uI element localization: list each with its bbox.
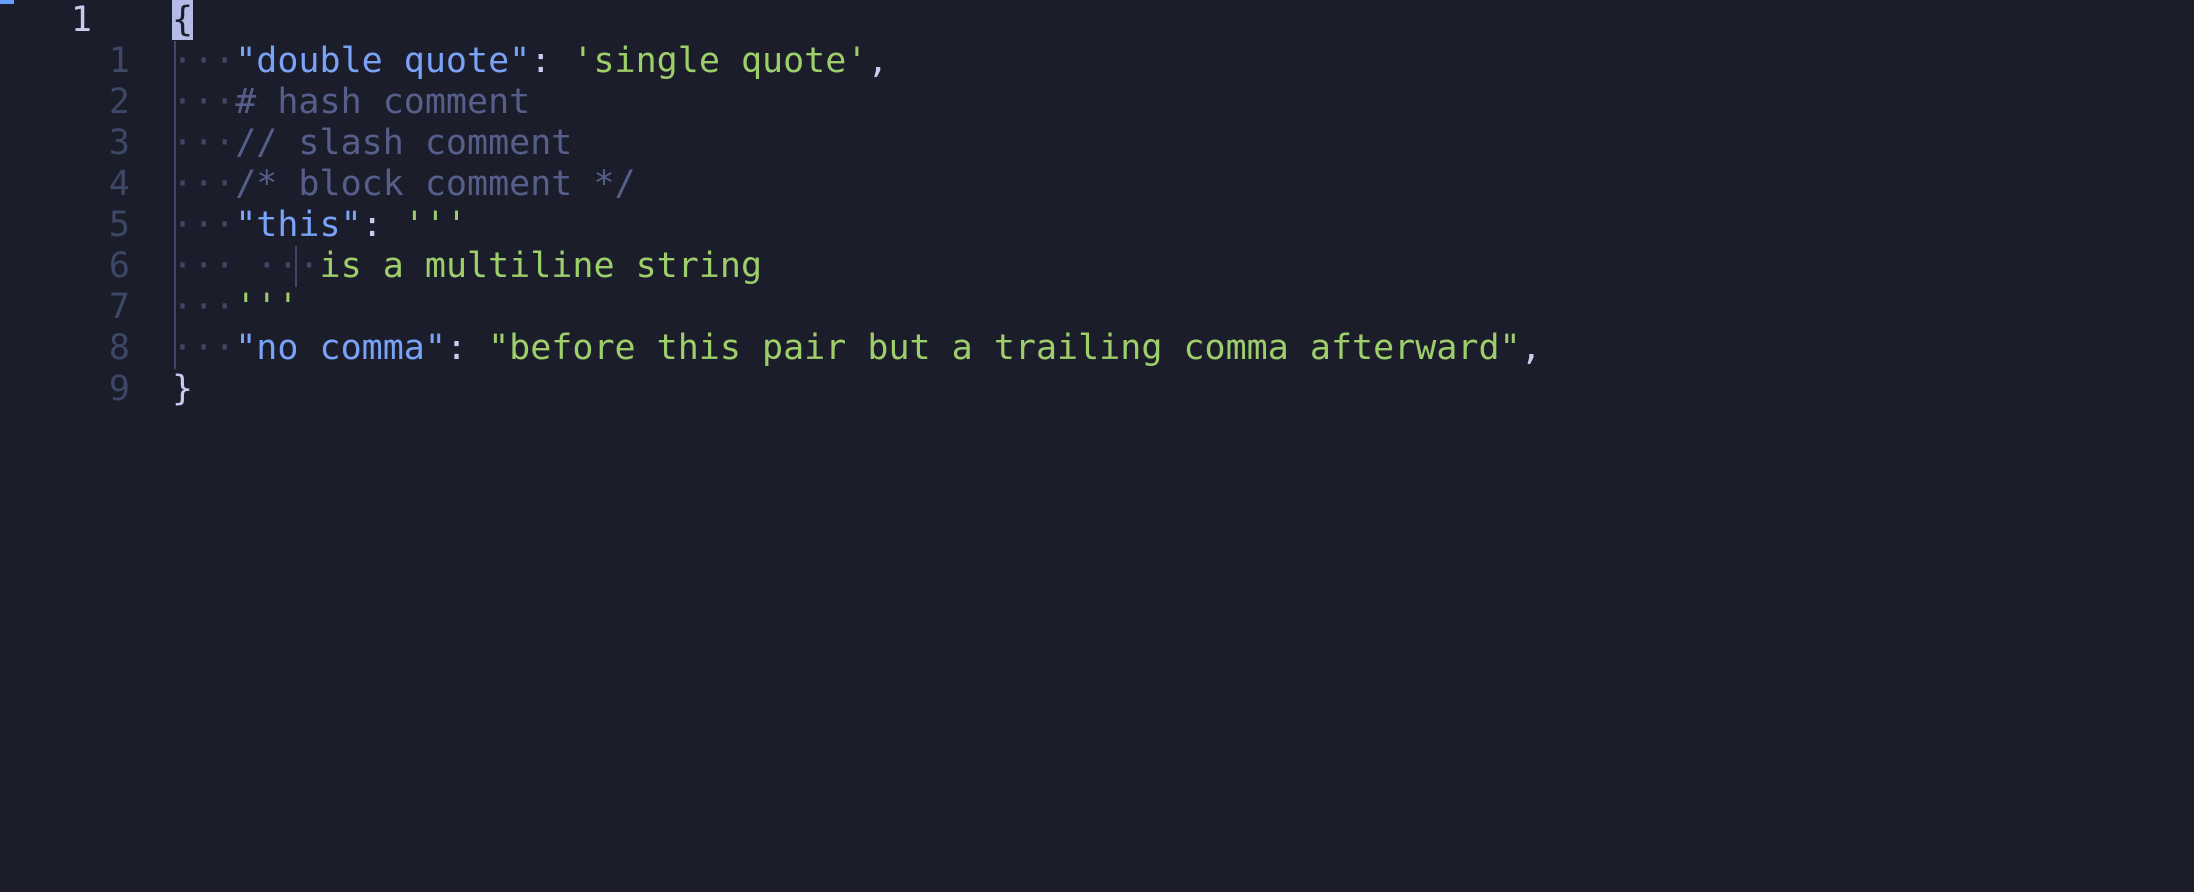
relative-line-number: 2	[108, 82, 130, 122]
code-line-content[interactable]: }	[172, 369, 193, 410]
token-ws: ···	[172, 205, 236, 245]
code-line[interactable]: 6 ··· ···is a multiline string	[0, 246, 2194, 287]
relative-line-number: 6	[108, 246, 130, 286]
token-punct: :	[530, 41, 552, 81]
token-comment: # hash comment	[235, 82, 531, 122]
code-line[interactable]: 1 ···"double quote": 'single quote',	[0, 41, 2194, 82]
token-punct: :	[361, 205, 383, 245]
code-line[interactable]: 8 ···"no comma": "before this pair but a …	[0, 328, 2194, 369]
code-line-content[interactable]: ···"no comma": "before this pair but a t…	[172, 328, 1542, 369]
code-line-content[interactable]: {	[172, 0, 194, 41]
token-comment: // slash comment	[235, 123, 573, 163]
token-ws: ···	[172, 164, 236, 204]
token-ws: ···	[172, 328, 236, 368]
token-ws: ···	[172, 41, 236, 81]
token-key: "no comma"	[235, 328, 446, 368]
relative-line-number: 3	[108, 123, 130, 163]
token-ws: ···	[256, 246, 320, 286]
token-ws: ···	[172, 123, 236, 163]
code-line-content[interactable]: ···"this": '''	[172, 205, 467, 246]
code-editor-viewport: 1{1 ···"double quote": 'single quote', 2 ··…	[0, 0, 2194, 892]
code-line[interactable]: 9}	[0, 369, 2194, 410]
code-line[interactable]: 7 ···'''	[0, 287, 2194, 328]
token-string: is a multiline string	[319, 246, 763, 286]
code-line-content[interactable]: ··· ···is a multiline string	[172, 246, 762, 287]
code-line[interactable]: 1{	[0, 0, 2194, 41]
code-editor[interactable]: 1{1 ···"double quote": 'single quote', 2 ··…	[0, 0, 2194, 410]
relative-line-number: 7	[108, 287, 130, 327]
relative-line-number: 9	[108, 369, 130, 409]
code-line-content[interactable]: ···// slash comment	[172, 123, 572, 164]
token-punct: ,	[1520, 328, 1542, 368]
token-punct: :	[445, 328, 468, 368]
code-line-content[interactable]: ···# hash comment	[172, 82, 530, 123]
token-brace: }	[172, 369, 194, 409]
token-string: "before this pair but a trailing comma a…	[488, 328, 1521, 368]
code-line-content[interactable]: ···'''	[172, 287, 298, 328]
token-ws: ···	[172, 82, 236, 122]
code-line[interactable]: 4 ···/* block comment */	[0, 164, 2194, 205]
relative-line-number: 8	[108, 328, 130, 368]
code-line[interactable]: 2 ···# hash comment	[0, 82, 2194, 123]
token-string: '''	[235, 287, 299, 327]
token-ws: ···	[172, 287, 236, 327]
relative-line-number: 1	[108, 41, 130, 81]
code-line[interactable]: 5 ···"this": '''	[0, 205, 2194, 246]
code-line[interactable]: 3 ···// slash comment	[0, 123, 2194, 164]
code-line-content[interactable]: ···/* block comment */	[172, 164, 636, 205]
token-key: "this"	[235, 205, 362, 245]
token-punct: ,	[867, 41, 889, 81]
token-string: 'single quote'	[572, 41, 868, 81]
absolute-line-number: 1	[70, 0, 92, 40]
text-cursor: {	[172, 0, 194, 40]
relative-line-number: 5	[108, 205, 130, 245]
relative-line-number: 4	[108, 164, 130, 204]
token-string: '''	[403, 205, 468, 245]
token-key: "double quote"	[235, 41, 531, 81]
token-comment: /* block comment */	[235, 164, 636, 204]
code-line-content[interactable]: ···"double quote": 'single quote',	[172, 41, 888, 82]
token-ws: ···	[172, 246, 236, 286]
